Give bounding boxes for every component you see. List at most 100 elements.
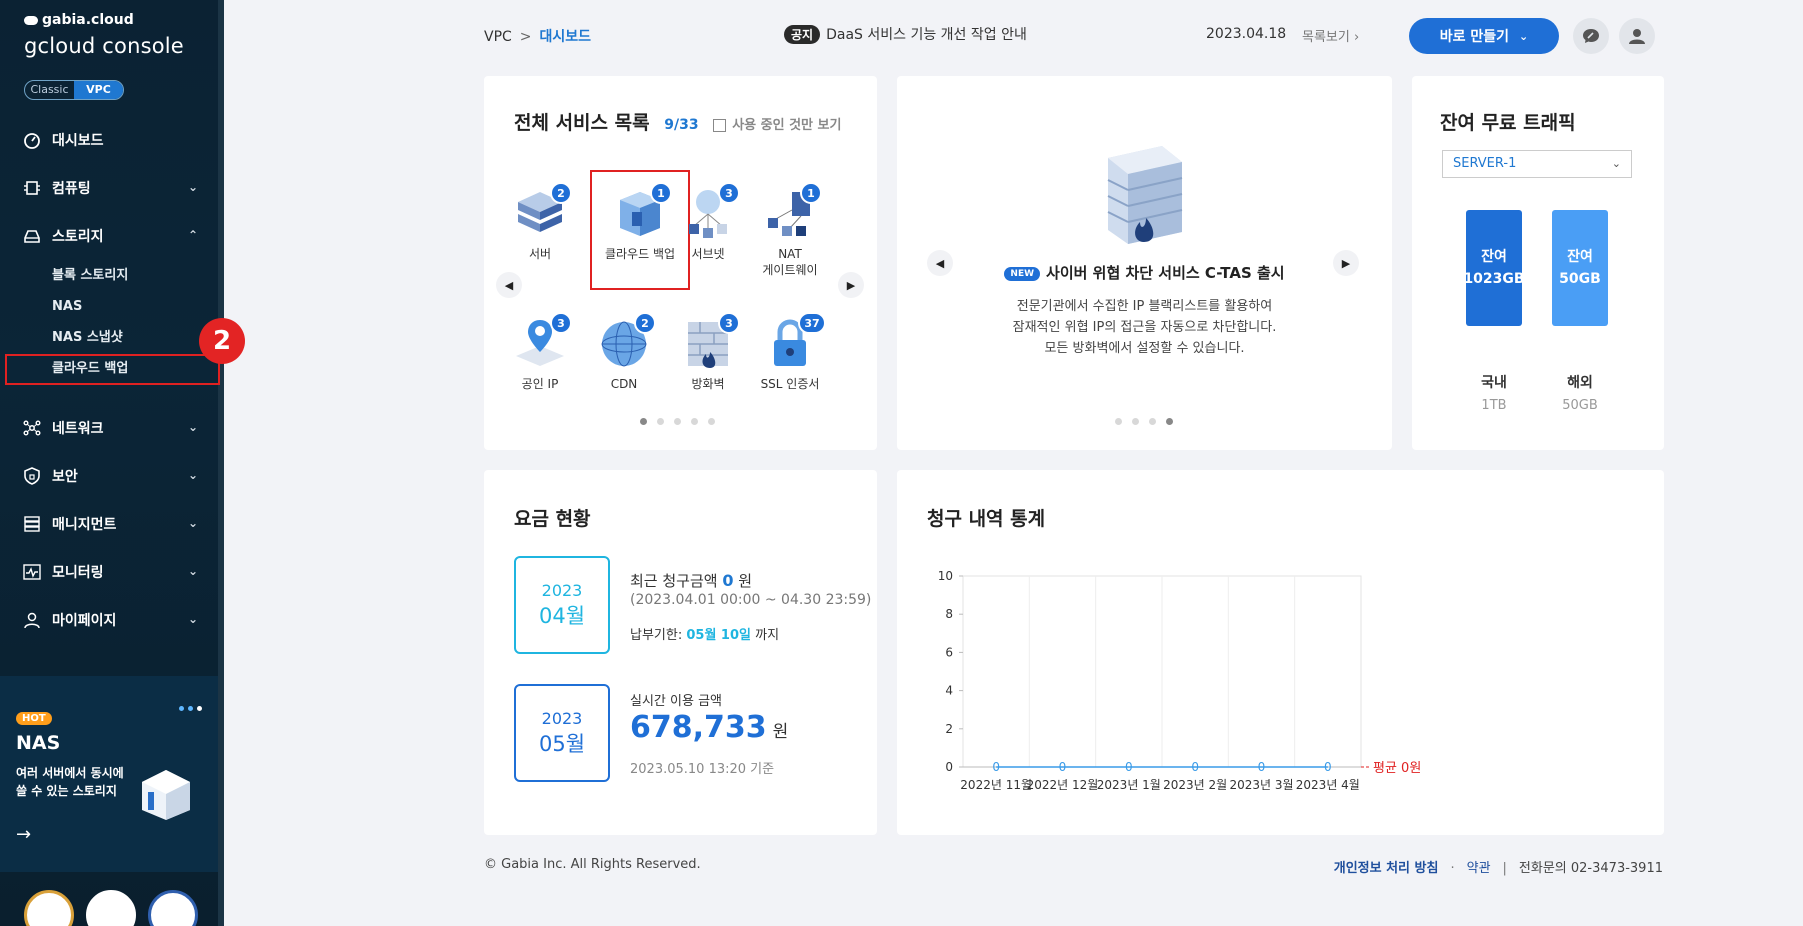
cloud-icon (24, 15, 38, 25)
sidebar-item-management[interactable]: 매니지먼트 ⌄ (0, 500, 218, 548)
notice[interactable]: 공지 DaaS 서비스 기능 개선 작업 안내 (784, 24, 1027, 44)
pager-dot[interactable] (657, 418, 664, 425)
service-item-server[interactable]: 2 서버 (500, 182, 580, 262)
gauge-icon (22, 130, 42, 150)
recent-amount-line: 최근 청구금액 0 원 (630, 570, 752, 591)
storage-submenu: 블록 스토리지 NAS NAS 스냅샷 클라우드 백업 (0, 260, 220, 385)
pager-dot[interactable] (1166, 418, 1173, 425)
service-list-card: 전체 서비스 목록 9/33 사용 중인 것만 보기 ◀ ▶ 2 서버 1 클라… (484, 76, 877, 450)
average-label: 평균 0원 (1373, 761, 1421, 776)
promo-desc: 여러 서버에서 동시에 쓸 수 있는 스토리지 (16, 766, 124, 798)
privacy-policy-link[interactable]: 개인정보 처리 방침 (1334, 861, 1439, 876)
service-item-ssl-certificate[interactable]: 37 SSL 인증서 (750, 312, 830, 392)
service-count-badge: 1 (800, 182, 822, 204)
gabia-logo[interactable]: gabia.cloud (24, 12, 134, 28)
footer-bar: | (1502, 861, 1507, 876)
sidebar-item-label: 대시보드 (52, 133, 104, 149)
classic-vpc-toggle[interactable]: Classic VPC (24, 80, 124, 100)
server-icon: 2 (512, 182, 572, 242)
monitor-pulse-icon (22, 562, 42, 582)
chevron-down-icon: ⌄ (1611, 157, 1621, 170)
free-traffic-card: 잔여 무료 트래픽 (1412, 76, 1664, 450)
promo-banner[interactable]: HOT NAS 여러 서버에서 동시에 쓸 수 있는 스토리지 → (0, 676, 218, 872)
y-tick-label: 4 (945, 684, 953, 698)
pager-dot[interactable] (691, 418, 698, 425)
pager-dot[interactable] (674, 418, 681, 425)
sub-item-nas[interactable]: NAS (52, 291, 218, 322)
notice-text[interactable]: DaaS 서비스 기능 개선 작업 안내 (826, 27, 1027, 43)
seal-icon (148, 890, 198, 926)
service-item-nat-gateway[interactable]: 1 NAT 게이트웨이 (750, 182, 830, 278)
user-icon (1629, 29, 1645, 44)
toggle-vpc[interactable]: VPC (74, 81, 123, 99)
service-label: 공인 IP (521, 377, 559, 391)
pager-dot[interactable] (1149, 418, 1156, 425)
news-banner-card[interactable]: ◀ ▶ NEW 사이버 위협 차단 서비스 C-TAS 출시 전문기관에서 수집한… (897, 76, 1392, 450)
service-item-subnet[interactable]: 3 서브넷 (668, 182, 748, 262)
sidebar-item-monitoring[interactable]: 모니터링 ⌄ (0, 548, 218, 596)
service-pager[interactable] (640, 418, 715, 425)
x-tick-label: 2023년 1월 (1097, 778, 1161, 792)
traffic-label-overseas: 해외 (1567, 375, 1593, 391)
breadcrumb-root[interactable]: VPC (484, 29, 512, 45)
chevron-down-icon: ⌄ (187, 468, 198, 482)
server-select[interactable]: SERVER-1 ⌄ (1442, 150, 1632, 178)
checkbox[interactable] (713, 119, 727, 132)
chat-button[interactable] (1573, 18, 1609, 54)
sidebar-item-network[interactable]: 네트워크 ⌄ (0, 404, 218, 452)
sidebar-item-label: 스토리지 (52, 229, 104, 245)
sub-item-nas-snapshot[interactable]: NAS 스냅샷 (52, 322, 218, 353)
service-item-firewall[interactable]: 3 방화벽 (668, 312, 748, 392)
side-nav: 대시보드 컴퓨팅 ⌄ 스토리지 ⌃ 블록 스토리지 NAS NAS 스냅샷 클라… (0, 116, 220, 644)
service-label: SSL 인증서 (760, 377, 820, 391)
pager-dot[interactable] (1115, 418, 1122, 425)
sidebar-item-security[interactable]: 보안 ⌄ (0, 452, 218, 500)
realtime-amount-line: 678,733 원 (630, 710, 788, 745)
notice-list-link[interactable]: 목록보기 › (1302, 26, 1359, 45)
sidebar-item-dashboard[interactable]: 대시보드 (0, 116, 218, 164)
console-title[interactable]: gcloud console (24, 34, 184, 58)
banner-pager[interactable] (1115, 418, 1173, 425)
sidebar-item-mypage[interactable]: 마이페이지 ⌄ (0, 596, 218, 644)
sidebar-item-storage[interactable]: 스토리지 ⌃ (0, 212, 218, 260)
service-label: NAT 게이트웨이 (762, 247, 818, 277)
service-label: 방화벽 (691, 377, 725, 391)
next-arrow-button[interactable]: ▶ (838, 272, 864, 298)
pager-dot[interactable] (1132, 418, 1139, 425)
x-tick-label: 2023년 3월 (1229, 778, 1293, 792)
hot-badge: HOT (16, 712, 52, 725)
profile-button[interactable] (1619, 18, 1655, 54)
service-count-badge: 2 (634, 312, 656, 334)
prev-arrow-button[interactable]: ◀ (496, 272, 522, 298)
pager-dot[interactable] (708, 418, 715, 425)
server-select-value: SERVER-1 (1453, 156, 1517, 171)
toggle-classic[interactable]: Classic (25, 81, 74, 99)
service-list-title-text: 전체 서비스 목록 (514, 112, 650, 134)
data-label: 0 (1324, 760, 1332, 774)
due-line: 납부기한: 05월 10일 까지 (630, 624, 779, 643)
sidebar-item-computing[interactable]: 컴퓨팅 ⌄ (0, 164, 218, 212)
service-item-public-ip[interactable]: 3 공인 IP (500, 312, 580, 392)
seal-icon (86, 890, 136, 926)
notice-date: 2023.04.18 (1206, 26, 1287, 42)
bar-top-label: 잔여 (1481, 249, 1507, 265)
arrow-right-icon[interactable]: → (16, 824, 31, 845)
in-use-filter-label: 사용 중인 것만 보기 (732, 118, 842, 133)
service-count-badge: 3 (718, 182, 740, 204)
sub-item-block-storage[interactable]: 블록 스토리지 (52, 260, 218, 291)
chevron-up-icon: ⌃ (187, 228, 198, 242)
promo-pager[interactable] (175, 696, 202, 715)
terms-link[interactable]: 약관 (1467, 861, 1491, 876)
quick-create-button[interactable]: 바로 만들기 ⌄ (1409, 18, 1559, 54)
service-item-cdn[interactable]: 2 CDN (584, 312, 664, 392)
pager-dot[interactable] (640, 418, 647, 425)
chat-icon (1583, 29, 1599, 43)
news-title[interactable]: NEW 사이버 위협 차단 서비스 C-TAS 출시 (897, 262, 1392, 283)
firewall-icon: 3 (680, 312, 740, 372)
x-tick-label: 2022년 12월 (1027, 778, 1099, 792)
copyright: © Gabia Inc. All Rights Reserved. (484, 857, 701, 872)
sub-item-cloud-backup[interactable]: 클라우드 백업 (5, 353, 220, 385)
in-use-filter[interactable]: 사용 중인 것만 보기 (713, 118, 841, 133)
promo-title: NAS (16, 732, 61, 754)
seal-icon (24, 890, 74, 926)
